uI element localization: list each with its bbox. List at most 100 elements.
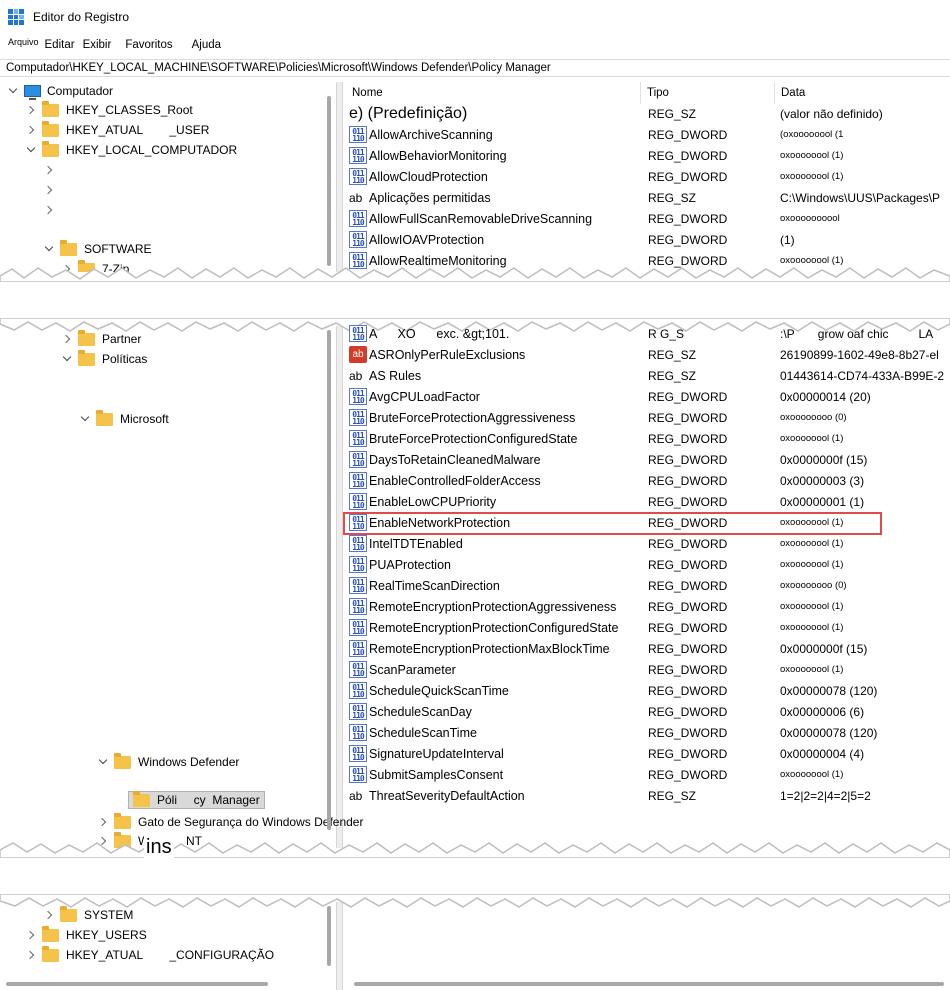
value-data: C:\Windows\UUS\Packages\P xyxy=(780,190,941,205)
value-row[interactable]: 011 110 SignatureUpdateInterval REG_DWORD 0x… xyxy=(343,743,950,764)
value-row[interactable]: ab AS Rules REG_SZ 01443614-CD74-433A-B99E-… xyxy=(343,365,950,386)
tree-item-collapsed[interactable] xyxy=(44,200,60,220)
value-row[interactable]: e) (Predefinição) REG_SZ (valor não defini… xyxy=(343,103,950,124)
tree-scrollbar[interactable] xyxy=(327,330,331,830)
column-header-name[interactable]: Nome xyxy=(352,82,383,104)
chevron-down-icon[interactable] xyxy=(80,414,90,424)
chevron-right-icon[interactable] xyxy=(26,105,36,115)
menu-editar[interactable]: Editar xyxy=(45,39,75,51)
chevron-right-icon[interactable] xyxy=(44,910,54,920)
value-row[interactable]: ab Aplicações permitidas REG_SZ C:\Windows\… xyxy=(343,187,950,208)
value-name-text: AllowIOAVProtection xyxy=(369,232,485,247)
column-header-data[interactable]: Data xyxy=(781,82,805,104)
folder-icon xyxy=(60,905,77,922)
address-bar[interactable]: Computador\HKEY_LOCAL_MACHINE\SOFTWARE\P… xyxy=(0,59,950,77)
value-row[interactable]: 011 110 RemoteEncryptionProtectionConfigur… xyxy=(343,617,950,638)
value-data: oxoooooool (1) xyxy=(780,769,844,780)
binary-value-icon: 011 110 xyxy=(349,126,367,143)
chevron-right-icon[interactable] xyxy=(26,930,36,940)
tree-item-current-user[interactable]: HKEY_ATUAL _USER xyxy=(26,120,209,140)
value-row[interactable]: 011 110 AllowIOAVProtection REG_DWORD (1) xyxy=(343,229,950,250)
value-name: 011 110 ScheduleQuickScanTime xyxy=(349,682,509,699)
selected-tree-node[interactable]: Póli cy Manager xyxy=(128,790,265,809)
tree-label: HKEY_LOCAL_COMPUTADOR xyxy=(66,143,238,157)
value-row[interactable]: 011 110 BruteForceProtectionConfiguredStat… xyxy=(343,428,950,449)
binary-value-icon: 011 110 xyxy=(349,388,367,405)
value-row[interactable]: 011 110 AllowRealtimeMonitoring REG_DWORD ox… xyxy=(343,250,950,271)
value-row[interactable]: 011 110 RemoteEncryptionProtectionMaxBlock… xyxy=(343,638,950,659)
value-row[interactable]: 011 110 AvgCPULoadFactor REG_DWORD 0x0000001… xyxy=(343,386,950,407)
value-row[interactable]: 011 110 EnableControlledFolderAccess REG_DW… xyxy=(343,470,950,491)
value-row[interactable]: 011 110 ScheduleQuickScanTime REG_DWORD 0x00… xyxy=(343,680,950,701)
tree-scrollbar[interactable] xyxy=(327,96,331,266)
column-separator[interactable] xyxy=(774,82,775,104)
chevron-right-icon[interactable] xyxy=(62,334,72,344)
value-row[interactable]: 011 110 IntelTDTEnabled REG_DWORD oxoooooool… xyxy=(343,533,950,554)
tree-item-computer[interactable]: Computador xyxy=(8,81,113,101)
value-row[interactable]: 011 110 ScanParameter REG_DWORD oxoooooool (… xyxy=(343,659,950,680)
value-row[interactable]: 011 110 SubmitSamplesConsent REG_DWORD oxooo… xyxy=(343,764,950,785)
value-row[interactable]: 011 110 DaysToRetainCleanedMalware REG_DWOR… xyxy=(343,449,950,470)
chevron-down-icon[interactable] xyxy=(98,757,108,767)
chevron-right-icon[interactable] xyxy=(98,817,108,827)
binary-value-icon: 011 110 xyxy=(349,409,367,426)
chevron-down-icon[interactable] xyxy=(26,145,36,155)
value-data: oxoooooool (1) xyxy=(780,601,844,612)
value-row[interactable]: 011 110 PUAProtection REG_DWORD oxoooooool (… xyxy=(343,554,950,575)
tree-item-users[interactable]: HKEY_USERS xyxy=(26,925,147,945)
binary-value-icon: 011 110 xyxy=(349,682,367,699)
chevron-right-icon[interactable] xyxy=(44,205,54,215)
chevron-down-icon[interactable] xyxy=(8,86,18,96)
chevron-right-icon[interactable] xyxy=(44,165,54,175)
value-name-text: EnableControlledFolderAccess xyxy=(369,473,541,488)
tree-item-policies[interactable]: Políticas xyxy=(62,349,147,369)
chevron-right-icon[interactable] xyxy=(26,950,36,960)
value-row[interactable]: 011 110 RealTimeScanDirection REG_DWORD oxoo… xyxy=(343,575,950,596)
tree-item-collapsed[interactable] xyxy=(44,160,60,180)
menu-exibir[interactable]: Exibir xyxy=(83,39,112,51)
chevron-down-icon[interactable] xyxy=(62,354,72,364)
value-name-text: RemoteEncryptionProtectionAggressiveness xyxy=(369,599,617,614)
value-row[interactable]: 011 110 RemoteEncryptionProtectionAggressi… xyxy=(343,596,950,617)
menu-favoritos[interactable]: Favoritos xyxy=(125,39,172,51)
column-header-type[interactable]: Tipo xyxy=(647,82,669,104)
tree-item-current-config[interactable]: HKEY_ATUAL _CONFIGURAÇÃO xyxy=(26,945,274,965)
value-row[interactable]: 011 110 AllowCloudProtection REG_DWORD oxooo… xyxy=(343,166,950,187)
binary-value-icon: 011 110 xyxy=(349,766,367,783)
value-row[interactable]: ab ThreatSeverityDefaultAction REG_SZ 1=2|2… xyxy=(343,785,950,806)
value-row[interactable]: 011 110 AllowBehaviorMonitoring REG_DWORD ox… xyxy=(343,145,950,166)
tree-item-system[interactable]: SYSTEM xyxy=(44,905,133,925)
value-row[interactable]: 011 110 AllowArchiveScanning REG_DWORD (oxoo… xyxy=(343,124,950,145)
value-row[interactable]: 011 110 ScheduleScanTime REG_DWORD 0x0000007… xyxy=(343,722,950,743)
tree-label: SYSTEM xyxy=(84,908,134,922)
value-row[interactable]: 011 110 BruteForceProtectionAggressiveness… xyxy=(343,407,950,428)
value-row[interactable]: 011 110 A XO exc. &gt;101. R G_S:\P grow oa… xyxy=(343,323,950,344)
value-row[interactable]: 011 110 AllowFullScanRemovableDriveScannin… xyxy=(343,208,950,229)
tree-item-security-center[interactable]: Gato de Segurança do Windows Defender xyxy=(98,812,363,832)
tree-item-partner[interactable]: Partner xyxy=(62,329,141,349)
value-name: 011 110 RemoteEncryptionProtectionMaxBlock… xyxy=(349,640,610,657)
value-type: REG_DWORD xyxy=(648,473,728,488)
tree-horizontal-scrollbar[interactable] xyxy=(6,982,268,986)
chevron-right-icon[interactable] xyxy=(44,185,54,195)
list-horizontal-scrollbar[interactable] xyxy=(354,982,944,986)
value-type: REG_DWORD xyxy=(648,169,728,184)
value-row[interactable]: ab ASROnlyPerRuleExclusions REG_SZ 26190899… xyxy=(343,344,950,365)
menu-arquivo[interactable]: Arquivo xyxy=(8,37,39,47)
tree-item-local-machine[interactable]: HKEY_LOCAL_COMPUTADOR xyxy=(26,140,237,160)
tree-item-collapsed[interactable] xyxy=(44,180,60,200)
column-separator[interactable] xyxy=(640,82,641,104)
value-row[interactable]: 011 110 ScheduleScanDay REG_DWORD 0x00000006… xyxy=(343,701,950,722)
folder-icon xyxy=(133,790,150,807)
tree-scrollbar[interactable] xyxy=(327,906,331,966)
chevron-right-icon[interactable] xyxy=(26,125,36,135)
chevron-down-icon[interactable] xyxy=(44,244,54,254)
tree-item-software[interactable]: SOFTWARE xyxy=(44,239,152,259)
menu-ajuda[interactable]: Ajuda xyxy=(192,39,221,51)
value-row[interactable]: 011 110 EnableLowCPUPriority REG_DWORD 0x000… xyxy=(343,491,950,512)
value-name: 011 110 DaysToRetainCleanedMalware xyxy=(349,451,541,468)
tree-item-microsoft[interactable]: Microsoft xyxy=(80,409,169,429)
tree-item-windows-defender[interactable]: Windows Defender xyxy=(98,752,239,772)
tree-item-classes-root[interactable]: HKEY_CLASSES_Root xyxy=(26,100,193,120)
tree-item-policy-manager[interactable]: Póli cy Manager xyxy=(128,790,265,810)
